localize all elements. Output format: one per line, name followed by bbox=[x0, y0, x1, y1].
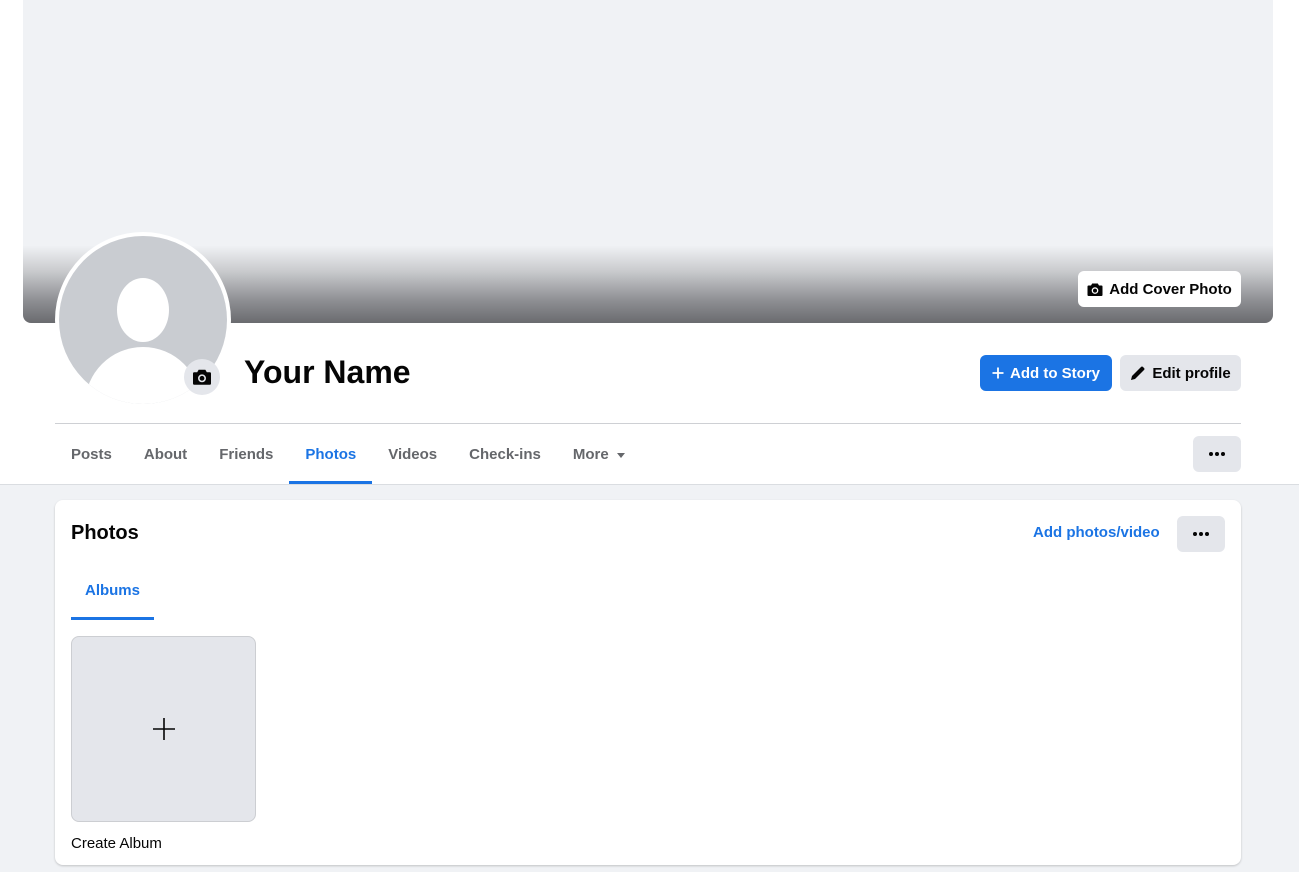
profile-name: Your Name bbox=[244, 354, 411, 390]
tab-friends[interactable]: Friends bbox=[203, 424, 289, 484]
tab-label: Friends bbox=[219, 445, 274, 463]
tab-videos[interactable]: Videos bbox=[372, 424, 453, 484]
update-profile-picture-button[interactable] bbox=[184, 359, 220, 395]
tab-albums[interactable]: Albums bbox=[71, 560, 154, 620]
photos-more-options-button[interactable] bbox=[1177, 516, 1225, 552]
photos-title: Photos bbox=[71, 522, 139, 544]
edit-profile-label: Edit profile bbox=[1152, 364, 1231, 382]
tab-about[interactable]: About bbox=[128, 424, 203, 484]
tab-check-ins[interactable]: Check-ins bbox=[453, 424, 557, 484]
tab-label: Videos bbox=[388, 445, 438, 463]
tab-label: About bbox=[143, 445, 188, 463]
add-cover-photo-button[interactable]: Add Cover Photo bbox=[1078, 271, 1241, 307]
profile-more-options-button[interactable] bbox=[1193, 436, 1241, 472]
tab-label: Photos bbox=[305, 445, 357, 463]
caret-down-icon bbox=[616, 452, 625, 458]
tab-label: More bbox=[572, 445, 609, 463]
tab-label: Albums bbox=[84, 581, 140, 599]
tab-more[interactable]: More bbox=[557, 424, 641, 484]
profile-header: Add Cover Photo Your Name Add to Story E… bbox=[0, 0, 1299, 485]
photos-section: Photos Add photos/video Albums Create Al… bbox=[55, 500, 1241, 865]
pencil-icon bbox=[1131, 366, 1145, 380]
add-to-story-button[interactable]: Add to Story bbox=[980, 355, 1112, 391]
tab-label: Check-ins bbox=[469, 445, 541, 463]
camera-icon bbox=[193, 369, 211, 385]
add-photos-video-link[interactable]: Add photos/video bbox=[1033, 524, 1160, 541]
edit-profile-button[interactable]: Edit profile bbox=[1120, 355, 1241, 391]
more-dots-icon bbox=[1193, 532, 1209, 536]
plus-icon bbox=[992, 367, 1004, 379]
tab-posts[interactable]: Posts bbox=[55, 424, 128, 484]
create-album-label: Create Album bbox=[71, 835, 162, 852]
tab-photos[interactable]: Photos bbox=[289, 424, 373, 484]
add-to-story-label: Add to Story bbox=[1010, 364, 1100, 382]
add-cover-photo-label: Add Cover Photo bbox=[1109, 280, 1232, 298]
tab-label: Posts bbox=[71, 445, 112, 463]
camera-icon bbox=[1087, 283, 1103, 296]
profile-tabs: Posts About Friends Photos Videos Check-… bbox=[55, 424, 641, 484]
more-dots-icon bbox=[1209, 452, 1225, 456]
create-album-tile[interactable] bbox=[71, 636, 256, 822]
plus-icon bbox=[152, 718, 175, 740]
